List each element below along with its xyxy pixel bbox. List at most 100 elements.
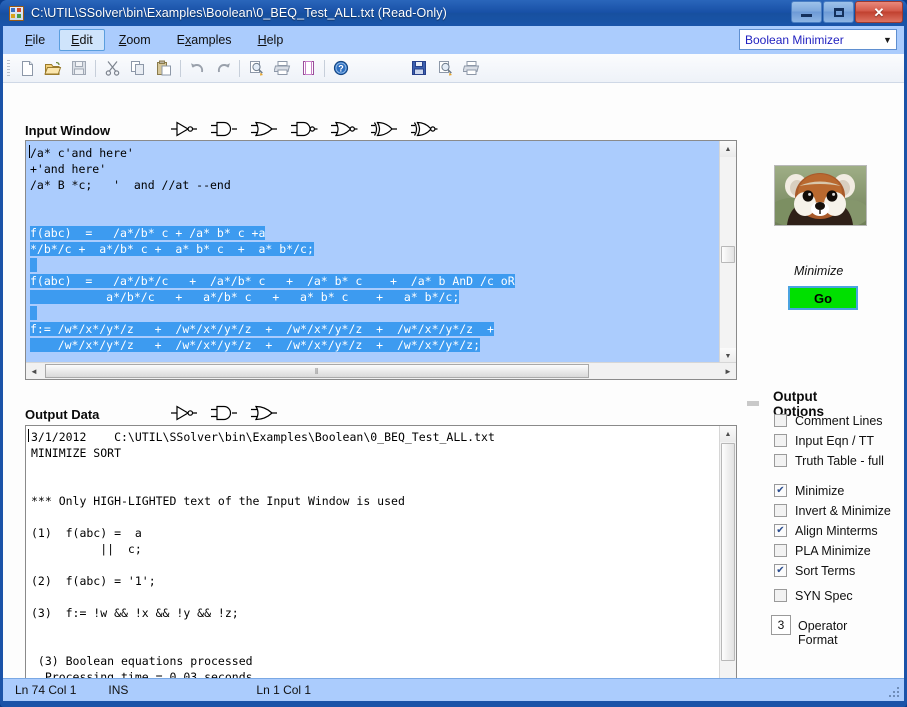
help-button[interactable]: ? [328,56,354,80]
option-label: Minimize [795,483,845,498]
or-gate-icon[interactable] [250,404,278,425]
nand-gate-icon[interactable] [290,120,318,141]
checkbox-invert-minimize[interactable] [774,504,787,517]
title-bar[interactable]: C:\UTIL\SSolver\bin\Examples\Boolean\0_B… [0,0,907,26]
input-vertical-scrollbar[interactable]: ▲ ▼ [719,141,736,364]
copy-button[interactable] [125,56,151,80]
input-line [30,257,515,273]
and-gate-icon[interactable] [210,120,238,141]
paste-button[interactable] [151,56,177,80]
cut-button[interactable] [99,56,125,80]
input-horizontal-scrollbar[interactable]: ◄ ‖ ► [26,362,736,379]
print-output-button[interactable] [458,56,484,80]
checkbox-minimize[interactable]: ✔ [774,484,787,497]
svg-text:?: ? [338,64,344,74]
toolbar-grip[interactable] [7,60,10,76]
menu-edit[interactable]: Edit [59,29,105,51]
checkbox-comment-lines[interactable] [774,414,787,427]
checkbox-syn-spec[interactable] [774,589,787,602]
xnor-gate-icon[interactable] [410,120,438,141]
close-button[interactable]: ✕ [855,1,903,23]
operator-format-label: Operator Format [798,619,848,647]
option-label: Invert & Minimize [795,503,891,518]
input-line [30,193,515,209]
option-label: Sort Terms [795,563,856,578]
minimize-button[interactable] [791,1,822,23]
option-label: Input Eqn / TT [795,433,874,448]
input-hscroll-thumb[interactable]: ‖ [45,364,589,378]
save-disk-icon [72,61,86,75]
output-data-view[interactable]: 3/1/2012 C:\UTIL\SSolver\bin\Examples\Bo… [25,425,737,695]
input-line: */b*/c + a*/b* c + a* b* c + a* b*/c; [30,241,515,257]
new-button[interactable] [14,56,40,80]
xor-gate-icon[interactable] [370,120,398,141]
option-minimize[interactable]: ✔ Minimize [774,482,844,499]
scroll-up-arrow-icon[interactable]: ▲ [720,141,736,157]
input-line: a*/b*/c + a*/b* c + a* b* c + a* b*/c; [30,289,515,305]
option-align-minterms[interactable]: ✔ Align Minterms [774,522,878,539]
redo-button[interactable] [210,56,236,80]
option-syn-spec[interactable]: SYN Spec [774,587,853,604]
output-line: || c; [31,542,142,556]
panel-splitter-handle[interactable] [747,401,759,406]
output-vertical-scrollbar[interactable]: ▲ ▼ [719,426,736,694]
nor-gate-icon[interactable] [330,120,358,141]
resize-grip-icon[interactable] [887,685,901,699]
red-panda-photo [774,165,867,226]
menu-examples[interactable]: Examples [165,29,244,51]
maximize-button[interactable] [823,1,854,23]
save-output-button[interactable] [406,56,432,80]
output-line: 3/1/2012 C:\UTIL\SSolver\bin\Examples\Bo… [31,430,495,444]
output-vscroll-thumb[interactable] [721,443,735,661]
scroll-up-arrow-icon[interactable]: ▲ [720,426,736,442]
print-preview-button[interactable] [243,56,269,80]
input-editor[interactable]: /a* c'and here' +'and here' /a* B *c; ' an… [25,140,737,380]
option-sort-terms[interactable]: ✔ Sort Terms [774,562,855,579]
undo-button[interactable] [184,56,210,80]
scroll-left-arrow-icon[interactable]: ◄ [26,363,42,379]
option-pla-minimize[interactable]: PLA Minimize [774,542,871,559]
menu-help[interactable]: Help [246,29,296,51]
chevron-down-icon[interactable]: ▼ [879,35,896,45]
checkbox-pla-minimize[interactable] [774,544,787,557]
checkbox-align-minterms[interactable]: ✔ [774,524,787,537]
mode-select-value: Boolean Minimizer [745,32,844,47]
go-button[interactable]: Go [788,286,858,310]
selected-text: f(abc) = /a*/b*/c + /a*/b* c + /a* b* c … [30,274,515,288]
page-setup-button[interactable] [295,56,321,80]
output-gate-toolbar [170,404,278,425]
input-gate-toolbar [170,120,438,141]
menu-zoom[interactable]: Zoom [107,29,163,51]
output-line: (2) f(abc) = '1'; [31,574,156,588]
option-comment-lines[interactable]: Comment Lines [774,412,883,429]
option-invert-minimize[interactable]: Invert & Minimize [774,502,891,519]
input-editor-text[interactable]: /a* c'and here' +'and here' /a* B *c; ' an… [30,145,515,353]
print-preview-output-button[interactable] [432,56,458,80]
print-button[interactable] [269,56,295,80]
hscroll-grip-icon: ‖ [314,366,320,376]
option-input-eqn-tt[interactable]: Input Eqn / TT [774,432,874,449]
scroll-right-arrow-icon[interactable]: ► [720,363,736,379]
checkbox-sort-terms[interactable]: ✔ [774,564,787,577]
option-label: Align Minterms [795,523,878,538]
output-caret [28,429,29,442]
operator-format-input[interactable]: 3 [771,615,791,635]
checkbox-input-eqn-tt[interactable] [774,434,787,447]
or-gate-icon[interactable] [250,120,278,141]
output-data-label: Output Data [25,407,100,422]
menu-file[interactable]: FFileile [13,29,57,51]
selected-text [30,258,37,272]
input-line: f:= /w*/x*/y*/z + /w*/x*/y*/z + /w*/x*/y… [30,321,515,337]
not-gate-icon[interactable] [170,404,198,425]
save-button[interactable] [66,56,92,80]
not-gate-icon[interactable] [170,120,198,141]
and-gate-icon[interactable] [210,404,238,425]
checkbox-truth-table-full[interactable] [774,454,787,467]
selected-text: f(abc) = /a*/b* c + /a* b* c +a [30,226,266,240]
client-area: FFileile Edit Zoom Examples Help Boolean… [3,26,904,701]
input-vscroll-thumb[interactable] [721,246,735,263]
open-button[interactable] [40,56,66,80]
mode-select[interactable]: Boolean Minimizer ▼ [739,29,897,50]
option-truth-table-full[interactable]: Truth Table - full [774,452,884,469]
new-icon [21,60,33,76]
